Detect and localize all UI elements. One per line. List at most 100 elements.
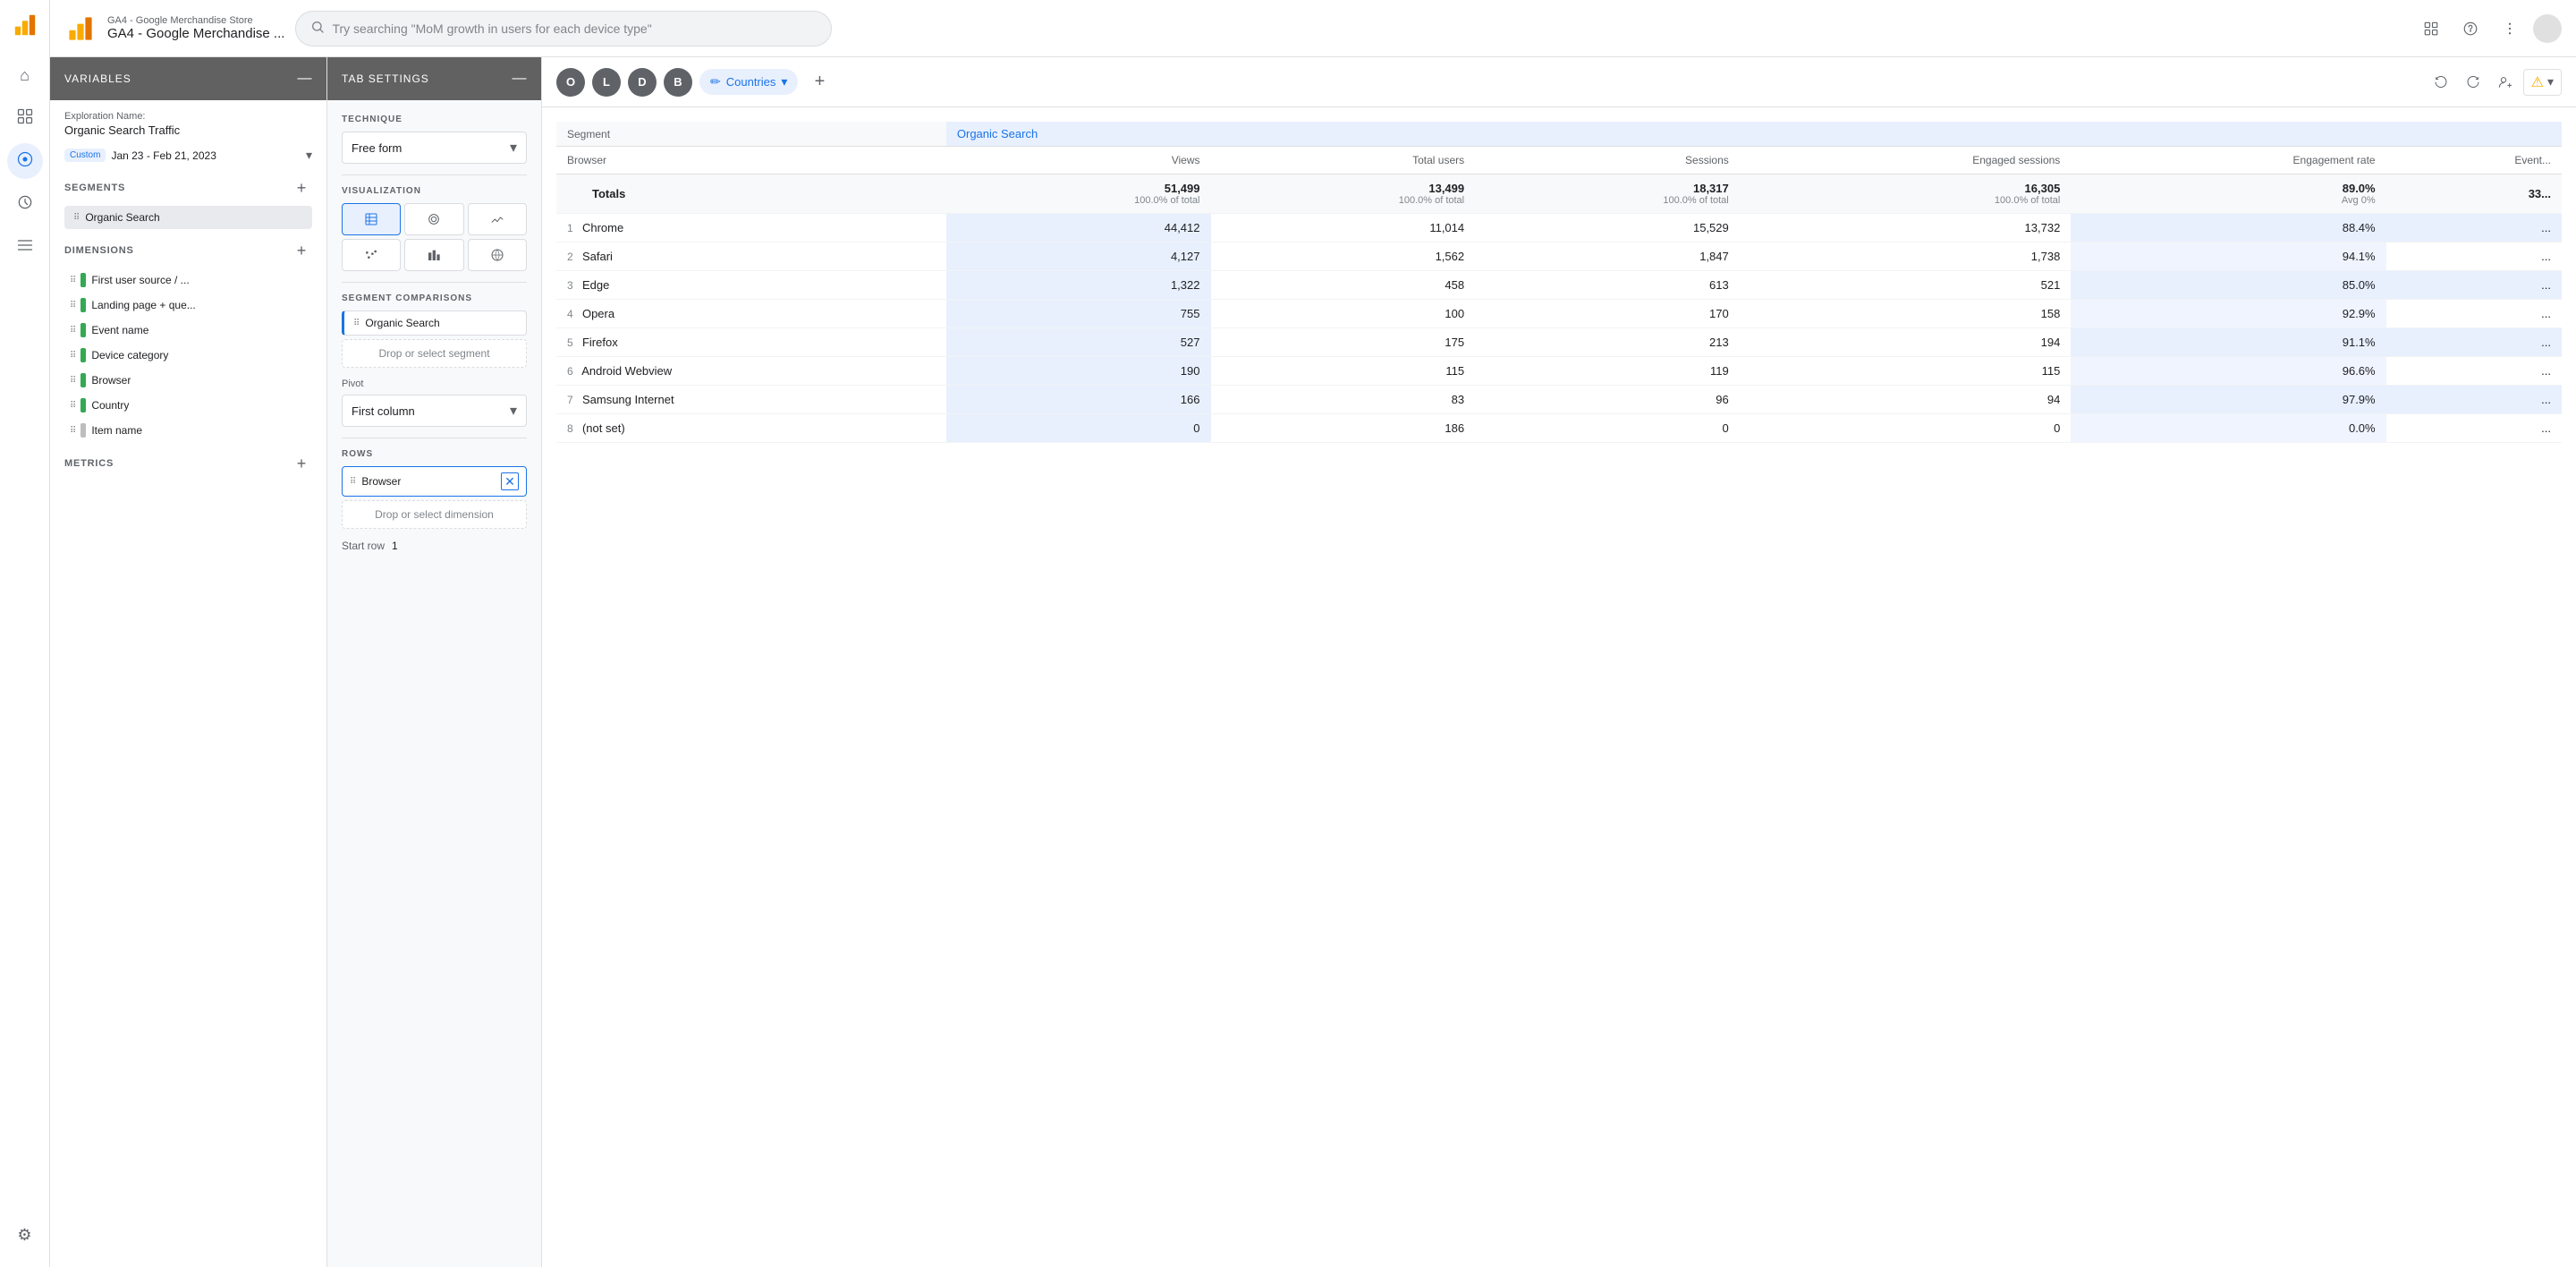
search-icon bbox=[310, 20, 325, 37]
analytics-logo-icon bbox=[64, 13, 97, 45]
table-body: 1 Chrome 44,412 11,014 15,529 13,732 88.… bbox=[556, 214, 2562, 443]
total-users-0: 11,014 bbox=[1211, 214, 1476, 242]
warning-btn[interactable]: ⚠ ▾ bbox=[2523, 69, 2562, 96]
app-logo[interactable] bbox=[7, 7, 43, 43]
engagement-rate-value-4: 91.1% bbox=[2343, 336, 2376, 349]
add-user-btn[interactable] bbox=[2491, 68, 2520, 97]
grid-view-btn[interactable] bbox=[2415, 13, 2447, 45]
dimension-item-6[interactable]: ⠿ Item name bbox=[64, 419, 312, 442]
date-chevron-icon: ▾ bbox=[306, 148, 312, 163]
viz-line-btn[interactable] bbox=[468, 203, 527, 235]
totals-engaged-sessions: 16,305 100.0% of total bbox=[1740, 174, 2072, 214]
segment-comparisons-label: SEGMENT COMPARISONS bbox=[342, 282, 527, 303]
engagement-rate-value-1: 94.1% bbox=[2343, 250, 2376, 263]
dimensions-add-btn[interactable]: + bbox=[291, 240, 312, 261]
total-users-4: 175 bbox=[1211, 328, 1476, 357]
segment-drag-handle: ⠿ bbox=[73, 213, 80, 223]
dimension-drag-handle-6: ⠿ bbox=[70, 426, 75, 436]
header-title: GA4 - Google Merchandise ... bbox=[107, 26, 284, 41]
segments-add-btn[interactable]: + bbox=[291, 177, 312, 199]
dimension-color-4 bbox=[80, 373, 86, 387]
viz-globe-btn[interactable] bbox=[468, 239, 527, 271]
data-table-container[interactable]: Segment Organic Search Browser Views Tot… bbox=[542, 107, 2576, 1267]
data-table: Segment Organic Search Browser Views Tot… bbox=[556, 122, 2562, 443]
drop-segment-label: Drop or select segment bbox=[378, 347, 489, 360]
dimension-label-2: Event name bbox=[91, 324, 307, 336]
dimension-item-1[interactable]: ⠿ Landing page + que... bbox=[64, 293, 312, 317]
tab-settings-minimize-btn[interactable]: — bbox=[513, 71, 528, 87]
engaged-sessions-5: 115 bbox=[1740, 357, 2072, 386]
engaged-sessions-2: 521 bbox=[1740, 271, 2072, 300]
segments-title: SEGMENTS bbox=[64, 183, 291, 193]
dimension-item-3[interactable]: ⠿ Device category bbox=[64, 344, 312, 367]
engaged-sessions-col-header: Engaged sessions bbox=[1740, 147, 2072, 174]
dimension-drag-handle-5: ⠿ bbox=[70, 401, 75, 411]
tab-avatar-o[interactable]: O bbox=[556, 68, 585, 97]
dimension-item-4[interactable]: ⠿ Browser bbox=[64, 369, 312, 392]
dimension-item-0[interactable]: ⠿ First user source / ... bbox=[64, 268, 312, 292]
technique-dropdown[interactable]: Free form ▾ bbox=[342, 132, 527, 164]
nav-reports-btn[interactable] bbox=[7, 100, 43, 136]
dimension-item-5[interactable]: ⠿ Country bbox=[64, 394, 312, 417]
nav-home-btn[interactable]: ⌂ bbox=[7, 57, 43, 93]
header-actions bbox=[2415, 13, 2562, 45]
views-6: 166 bbox=[946, 386, 1211, 414]
dimension-drag-handle-1: ⠿ bbox=[70, 301, 75, 310]
tab-avatar-l[interactable]: L bbox=[592, 68, 621, 97]
engaged-sessions-6: 94 bbox=[1740, 386, 2072, 414]
sessions-1: 1,847 bbox=[1475, 242, 1740, 271]
views-col-header: Views bbox=[946, 147, 1211, 174]
engagement-rate-2: 85.0% bbox=[2071, 271, 2385, 300]
active-tab-countries[interactable]: ✏ Countries ▾ bbox=[699, 69, 798, 95]
row-chip-remove-btn[interactable]: ✕ bbox=[501, 472, 519, 490]
viz-scatter-btn[interactable] bbox=[342, 239, 401, 271]
pivot-value: First column bbox=[352, 404, 510, 418]
row-chip-browser[interactable]: ⠿ Browser ✕ bbox=[342, 466, 527, 497]
nav-explore-btn[interactable] bbox=[7, 143, 43, 179]
row-chip-label: Browser bbox=[361, 475, 401, 488]
tab-avatar-b[interactable]: B bbox=[664, 68, 692, 97]
segment-comparison-area: ⠿ Organic Search Drop or select segment bbox=[342, 310, 527, 368]
metrics-add-btn[interactable]: + bbox=[291, 453, 312, 474]
drop-dimension-zone[interactable]: Drop or select dimension bbox=[342, 500, 527, 529]
help-btn[interactable] bbox=[2454, 13, 2487, 45]
tab-avatar-d[interactable]: D bbox=[628, 68, 657, 97]
pivot-dropdown[interactable]: First column ▾ bbox=[342, 395, 527, 427]
nav-configure-btn[interactable] bbox=[7, 229, 43, 265]
segment-chip-organic-search[interactable]: ⠿ Organic Search bbox=[64, 206, 312, 229]
row-num-7: 8 bbox=[567, 422, 579, 435]
segment-chip-label: Organic Search bbox=[85, 211, 159, 224]
table-row: 7 Samsung Internet 166 83 96 94 97.9% ..… bbox=[556, 386, 2562, 414]
dimension-item-2[interactable]: ⠿ Event name bbox=[64, 319, 312, 342]
viz-bar-btn[interactable] bbox=[404, 239, 463, 271]
table-row: 8 (not set) 0 186 0 0 0.0% ... bbox=[556, 414, 2562, 443]
drop-segment-zone[interactable]: Drop or select segment bbox=[342, 339, 527, 368]
total-users-6: 83 bbox=[1211, 386, 1476, 414]
date-range-row[interactable]: Custom Jan 23 - Feb 21, 2023 ▾ bbox=[64, 148, 312, 163]
user-avatar[interactable] bbox=[2533, 14, 2562, 43]
viz-donut-btn[interactable] bbox=[404, 203, 463, 235]
rows-section: ⠿ Browser ✕ Drop or select dimension bbox=[342, 466, 527, 529]
more-btn[interactable] bbox=[2494, 13, 2526, 45]
tab-settings-content: TECHNIQUE Free form ▾ VISUALIZATION bbox=[327, 100, 541, 1267]
dimensions-title: DIMENSIONS bbox=[64, 245, 291, 256]
dimensions-section-header: DIMENSIONS + bbox=[64, 240, 312, 261]
viz-table-btn[interactable] bbox=[342, 203, 401, 235]
visualization-grid bbox=[342, 203, 527, 271]
segment-comparison-chip[interactable]: ⠿ Organic Search bbox=[342, 310, 527, 336]
sessions-col-header: Sessions bbox=[1475, 147, 1740, 174]
redo-btn[interactable] bbox=[2459, 68, 2487, 97]
tab-add-btn[interactable]: + bbox=[805, 68, 834, 97]
variables-content: Exploration Name: Organic Search Traffic… bbox=[50, 100, 326, 1267]
start-row-row: Start row 1 bbox=[342, 540, 527, 552]
nav-advertising-btn[interactable] bbox=[7, 186, 43, 222]
dimension-label-4: Browser bbox=[91, 374, 307, 387]
row-num-5: 6 bbox=[567, 365, 579, 378]
variables-minimize-btn[interactable]: — bbox=[298, 71, 313, 87]
engaged-sessions-4: 194 bbox=[1740, 328, 2072, 357]
dimension-drag-handle-0: ⠿ bbox=[70, 276, 75, 285]
search-bar[interactable]: Try searching "MoM growth in users for e… bbox=[295, 11, 832, 47]
nav-settings-btn[interactable]: ⚙ bbox=[7, 1217, 43, 1253]
sessions-5: 119 bbox=[1475, 357, 1740, 386]
undo-btn[interactable] bbox=[2427, 68, 2455, 97]
